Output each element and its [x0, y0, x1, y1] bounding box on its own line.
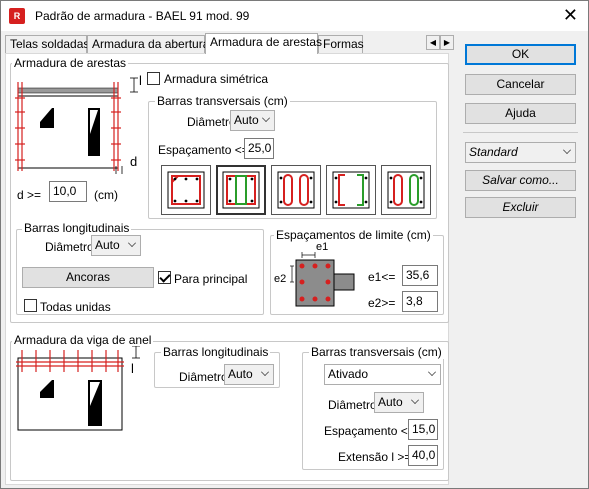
- longitudinal-group-label: Barras longitudinais: [22, 221, 132, 235]
- tab-scroll-left-icon[interactable]: ◀: [426, 35, 440, 50]
- sidebar-divider: [463, 132, 578, 133]
- transverse-spacing-field[interactable]: 25,0: [244, 138, 274, 159]
- chevron-down-icon: [261, 368, 269, 376]
- ring-trans-mode-select[interactable]: Ativado: [324, 364, 441, 385]
- ring-trans-mode-value: Ativado: [328, 367, 369, 381]
- ring-long-diameter-value: Auto: [228, 367, 253, 381]
- tab-scroll-right-icon[interactable]: ▶: [440, 35, 454, 50]
- help-button[interactable]: Ajuda: [465, 103, 576, 124]
- e1-max-label: e1<=: [368, 270, 396, 284]
- transverse-diameter-value: Auto: [234, 113, 259, 127]
- e1-max-field[interactable]: 35,6: [402, 265, 438, 286]
- window-title: Padrão de armadura - BAEL 91 mod. 99: [35, 9, 250, 23]
- e2-min-field[interactable]: 3,8: [402, 291, 438, 312]
- limit-spacing-diagram: [290, 252, 355, 307]
- chevron-down-icon: [563, 146, 571, 154]
- ring-transverse-label: Barras transversais (cm): [309, 345, 444, 359]
- transverse-diameter-label: Diâmetro: [187, 115, 236, 129]
- transverse-group-label: Barras transversais (cm): [155, 94, 290, 108]
- d-min-field[interactable]: 10,0: [49, 181, 87, 202]
- standard-value: Standard: [469, 145, 518, 159]
- chevron-down-icon: [411, 396, 419, 404]
- symmetric-label: Armadura simétrica: [164, 72, 269, 86]
- e2-mark: e2: [274, 273, 287, 285]
- ring-long-diameter-select[interactable]: Auto: [224, 364, 274, 385]
- title-bar: R Padrão de armadura - BAEL 91 mod. 99 ✕: [1, 1, 588, 31]
- tab-edge-reinforcement[interactable]: Armadura de arestas: [205, 33, 322, 54]
- ok-button[interactable]: OK: [465, 44, 576, 65]
- longitudinal-diameter-value: Auto: [95, 238, 120, 252]
- stirrup-pattern-5[interactable]: [381, 165, 431, 215]
- transverse-diameter-select[interactable]: Auto: [230, 110, 275, 131]
- close-icon[interactable]: ✕: [563, 5, 578, 25]
- ring-trans-diameter-value: Auto: [378, 395, 403, 409]
- tab-strip: Telas soldadas Armadura da abertura Arma…: [5, 33, 455, 54]
- standard-select[interactable]: Standard: [465, 142, 576, 163]
- delete-button[interactable]: Excluir: [465, 197, 576, 218]
- edge-group-label: Armadura de arestas: [12, 56, 129, 70]
- chevron-down-icon: [128, 239, 136, 247]
- dialog-window: R Padrão de armadura - BAEL 91 mod. 99 ✕…: [0, 0, 589, 489]
- all-joined-label: Todas unidas: [40, 300, 111, 314]
- save-as-button[interactable]: Salvar como...: [465, 170, 576, 191]
- tab-shapes[interactable]: Formas: [318, 35, 364, 53]
- all-joined-checkbox[interactable]: [24, 299, 37, 312]
- anchors-button[interactable]: Ancoras: [22, 267, 154, 288]
- main-bar-label: Para principal: [174, 272, 248, 286]
- l-dimension-label: l: [139, 73, 142, 88]
- stirrup-patterns: [161, 165, 433, 219]
- cancel-button[interactable]: Cancelar: [465, 74, 576, 95]
- tab-welded-mesh[interactable]: Telas soldadas: [5, 35, 89, 53]
- ring-l-dimension-label: l: [131, 361, 134, 376]
- ring-beam-diagram: [16, 346, 140, 431]
- ring-beam-group-label: Armadura da viga de anel: [12, 333, 154, 347]
- ring-longitudinal-label: Barras longitudinais: [161, 345, 271, 359]
- d-unit-label: (cm): [94, 188, 118, 202]
- chevron-down-icon: [428, 368, 436, 376]
- transverse-spacing-label: Espaçamento <=: [158, 143, 249, 157]
- ring-long-diameter-label: Diâmetro: [179, 370, 228, 384]
- ring-trans-diameter-select[interactable]: Auto: [374, 392, 424, 413]
- longitudinal-diameter-select[interactable]: Auto: [91, 235, 141, 256]
- e1-mark: e1: [316, 241, 329, 253]
- tab-panel: Armadura de arestas Armadura simétrica l…: [5, 53, 449, 485]
- extension-label: Extensão l >=: [338, 450, 412, 464]
- d-min-label: d >=: [17, 188, 42, 202]
- e2-min-label: e2>=: [368, 296, 396, 310]
- extension-field[interactable]: 40,0: [408, 445, 438, 466]
- limit-group-label: Espaçamentos de limite (cm): [274, 228, 433, 242]
- stirrup-pattern-4[interactable]: [326, 165, 376, 215]
- stirrup-pattern-2[interactable]: [216, 165, 266, 215]
- main-bar-checkbox[interactable]: [158, 271, 171, 284]
- stirrup-pattern-3[interactable]: [271, 165, 321, 215]
- ring-trans-spacing-label: Espaçamento <=: [324, 424, 415, 438]
- d-dimension-label: d: [130, 154, 138, 169]
- longitudinal-diameter-label: Diâmetro: [45, 240, 94, 254]
- ring-trans-spacing-field[interactable]: 15,0: [408, 419, 438, 440]
- stirrup-pattern-1[interactable]: [161, 165, 211, 215]
- tab-opening-reinforcement[interactable]: Armadura da abertura: [87, 35, 209, 53]
- app-icon: R: [9, 8, 25, 24]
- ring-trans-diameter-label: Diâmetro: [328, 398, 377, 412]
- chevron-down-icon: [262, 114, 270, 122]
